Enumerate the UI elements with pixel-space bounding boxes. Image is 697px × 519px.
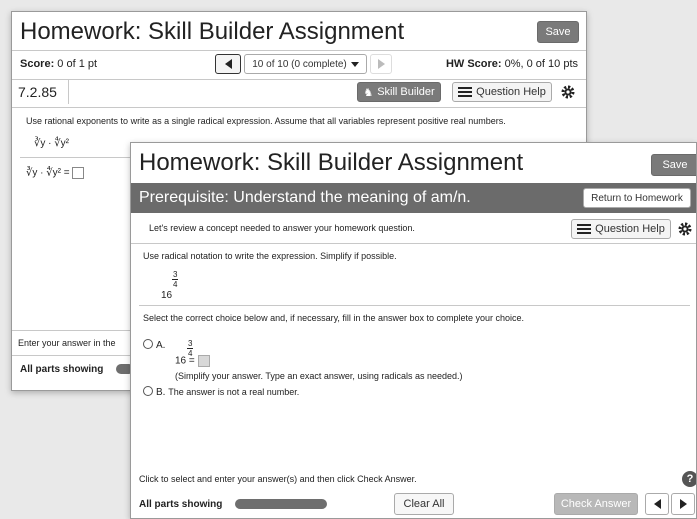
radio-a[interactable]	[143, 339, 153, 349]
answer-box[interactable]	[197, 355, 210, 367]
expression: ∛y · ∜y²	[34, 138, 69, 149]
save-button[interactable]: Save	[651, 154, 696, 176]
choice-b[interactable]: B. The answer is not a real number.	[143, 386, 299, 398]
next-button[interactable]	[671, 493, 695, 515]
skill-builder-window: Homework: Skill Builder Assignment Save …	[130, 142, 697, 519]
score: Score: 0 of 1 pt	[20, 58, 98, 70]
answer-box[interactable]	[72, 167, 85, 179]
base: 16	[161, 290, 173, 301]
help-icon[interactable]: ?	[682, 471, 696, 487]
choice-a[interactable]: A.	[143, 339, 165, 351]
check-answer-button[interactable]: Check Answer	[554, 493, 638, 515]
clear-all-button[interactable]: Clear All	[394, 493, 454, 515]
triangle-left-icon	[653, 499, 661, 509]
instruction: Use radical notation to write the expres…	[143, 251, 397, 261]
enter-answer-text: Enter your answer in the	[18, 338, 116, 348]
triangle-left-icon	[224, 59, 232, 69]
gear-icon[interactable]	[677, 221, 693, 237]
question-nav-dropdown[interactable]: 10 of 10 (0 complete)	[244, 54, 367, 74]
equals-sign: =	[188, 355, 195, 367]
question-help-button[interactable]: Question Help	[452, 82, 552, 102]
exponent-numerator: 3	[188, 339, 193, 348]
previous-button[interactable]	[645, 493, 669, 515]
triangle-right-icon	[679, 499, 687, 509]
triangle-right-icon	[377, 59, 385, 69]
prerequisite-title: Prerequisite: Understand the meaning of …	[139, 189, 471, 206]
question-help-button[interactable]: Question Help	[571, 219, 671, 239]
window-title: Homework: Skill Builder Assignment	[20, 18, 405, 45]
prerequisite-banner: Prerequisite: Understand the meaning of …	[131, 183, 696, 213]
choice-prompt: Select the correct choice below and, if …	[143, 313, 525, 323]
users-icon: ♞	[363, 86, 374, 99]
gear-icon[interactable]	[560, 84, 576, 100]
progress-bar	[235, 499, 327, 509]
window-title: Homework: Skill Builder Assignment	[139, 149, 524, 176]
footer-text: Click to select and enter your answer(s)…	[139, 474, 417, 484]
radio-b[interactable]	[143, 386, 153, 396]
review-text: Let's review a concept needed to answer …	[149, 223, 415, 233]
choice-a-hint: (Simplify your answer. Type an exact ans…	[175, 371, 463, 381]
exponent-denominator: 4	[173, 280, 178, 289]
all-parts-label: All parts showing	[139, 499, 223, 510]
chevron-down-icon	[350, 61, 359, 67]
next-question-button[interactable]	[370, 54, 392, 74]
previous-question-button[interactable]	[215, 54, 241, 74]
save-button[interactable]: Save	[537, 21, 579, 43]
return-to-homework-button[interactable]: Return to Homework	[583, 188, 691, 208]
list-icon	[458, 87, 473, 97]
list-icon	[577, 224, 592, 234]
expression-answer: ∛y · ∜y² =	[26, 167, 85, 179]
hw-score: HW Score: 0%, 0 of 10 pts	[445, 58, 578, 70]
base: 16	[175, 355, 187, 367]
all-parts-label: All parts showing	[20, 364, 104, 375]
instruction: Use rational exponents to write as a sin…	[26, 116, 506, 126]
skill-builder-button[interactable]: ♞ Skill Builder	[357, 82, 441, 102]
question-id: 7.2.85	[18, 84, 57, 100]
exponent-numerator: 3	[173, 270, 178, 279]
